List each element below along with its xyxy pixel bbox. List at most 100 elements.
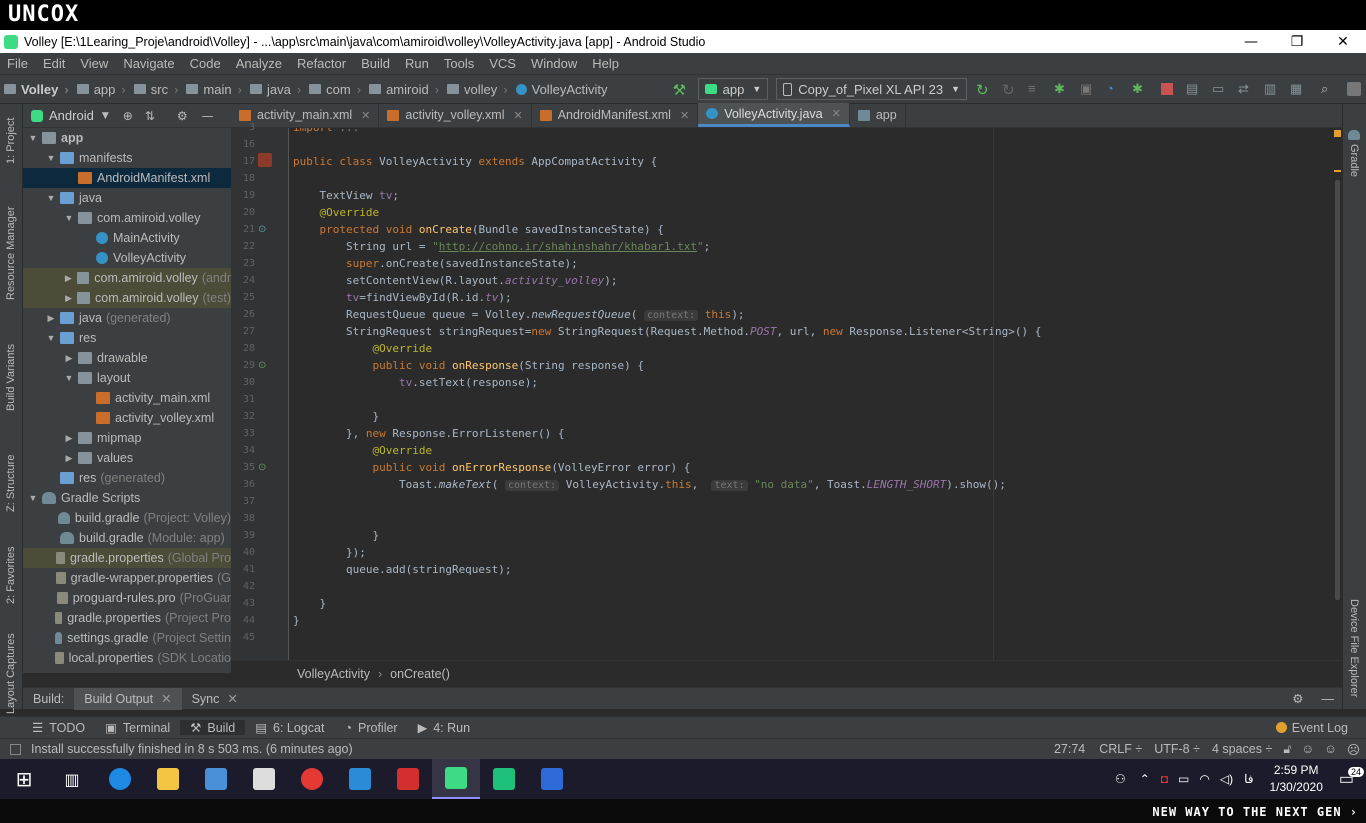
menu-item-window[interactable]: Window xyxy=(524,56,585,71)
chevron-right-icon[interactable]: ▶ xyxy=(63,293,74,304)
search-icon[interactable]: ⌕ xyxy=(1321,81,1337,97)
code-line[interactable]: } xyxy=(293,614,300,627)
chevron-down-icon[interactable]: ▼ xyxy=(63,213,75,223)
project-structure-icon[interactable]: ▦ xyxy=(1290,81,1306,97)
code-line[interactable]: RequestQueue queue = Volley.newRequestQu… xyxy=(293,308,745,321)
chevron-up-icon[interactable]: ⌃ xyxy=(1134,772,1156,786)
menu-item-vcs[interactable]: VCS xyxy=(482,56,524,71)
chevron-down-icon[interactable]: ▼ xyxy=(63,373,75,383)
caret-position[interactable]: 27:74 xyxy=(1046,742,1093,756)
tree-item[interactable]: local.properties (SDK Locatio xyxy=(23,648,231,668)
chevron-down-icon[interactable]: ▼ xyxy=(45,153,57,163)
taskbar-app-word[interactable] xyxy=(528,759,576,799)
chevron-right-icon[interactable]: ▶ xyxy=(63,273,74,284)
code-line[interactable]: public void onResponse(String response) … xyxy=(293,359,644,372)
tree-item[interactable]: MainActivity xyxy=(23,228,231,248)
file-encoding[interactable]: UTF-8 ÷ xyxy=(1148,742,1206,756)
chevron-down-icon[interactable]: ▼ xyxy=(45,333,57,343)
tree-item[interactable]: settings.gradle (Project Settin xyxy=(23,628,231,648)
tree-item[interactable]: VolleyActivity xyxy=(23,248,231,268)
debug-icon[interactable]: ✱ xyxy=(1054,81,1070,97)
tab-todo[interactable]: ☰ TODO xyxy=(22,720,95,736)
tab-run[interactable]: ▶ 4: Run xyxy=(408,720,480,736)
chevron-right-icon[interactable]: ▶ xyxy=(63,453,75,464)
tree-item[interactable]: AndroidManifest.xml xyxy=(23,168,231,188)
code-line[interactable]: StringRequest stringRequest=new StringRe… xyxy=(293,325,1041,338)
tab-sync[interactable]: Sync ✕ xyxy=(182,691,248,707)
indent-setting[interactable]: 4 spaces ÷ xyxy=(1206,742,1278,756)
code-line[interactable]: public void onErrorResponse(VolleyError … xyxy=(293,461,690,474)
stop-icon[interactable] xyxy=(1161,83,1173,95)
people-icon[interactable]: ⚇ xyxy=(1107,772,1134,786)
chevron-down-icon[interactable]: ▼ xyxy=(27,493,39,503)
breadcrumb-item[interactable]: src › xyxy=(130,82,183,97)
close-icon[interactable]: ✕ xyxy=(514,109,523,122)
menu-item-tools[interactable]: Tools xyxy=(437,56,482,71)
tab-logcat[interactable]: ▤ 6: Logcat xyxy=(245,720,334,736)
taskbar-app-sheet[interactable] xyxy=(480,759,528,799)
tree-item[interactable]: activity_volley.xml xyxy=(23,408,231,428)
tab-activity-volley-xml[interactable]: activity_volley.xml ✕ xyxy=(379,103,532,127)
tool-tab-favorites[interactable]: 2: Favorites xyxy=(5,547,17,604)
warning-marker[interactable] xyxy=(1334,170,1341,172)
tab-profiler[interactable]: ◔ Profiler xyxy=(334,721,407,735)
memory-icon[interactable]: ☺ xyxy=(1319,742,1342,756)
code-editor[interactable]: import ... public class VolleyActivity ex… xyxy=(289,128,1329,660)
tree-item[interactable]: ▼ manifests xyxy=(23,148,231,168)
tree-item[interactable]: ▶ values xyxy=(23,448,231,468)
code-line[interactable]: String url = "http://cohno.ir/shahinshah… xyxy=(293,240,710,253)
code-line[interactable]: }, new Response.ErrorListener() { xyxy=(293,427,565,440)
locate-icon[interactable]: ⊕ xyxy=(123,109,133,123)
breadcrumb-item[interactable]: amiroid › xyxy=(365,82,443,97)
tree-item[interactable]: ▼ Gradle Scripts xyxy=(23,488,231,508)
task-view-button[interactable]: ▥ xyxy=(48,759,96,799)
maximize-button[interactable]: ❐ xyxy=(1274,34,1320,50)
breadcrumb-item[interactable]: app › xyxy=(73,82,130,97)
code-line[interactable]: } xyxy=(293,597,326,610)
close-icon[interactable]: ✕ xyxy=(832,107,841,120)
apply-changes-icon[interactable]: ↻ xyxy=(1002,81,1018,99)
menu-item-navigate[interactable]: Navigate xyxy=(116,56,182,71)
device-manager-icon[interactable]: ▥ xyxy=(1264,81,1280,97)
code-line[interactable]: queue.add(stringRequest); xyxy=(293,563,512,576)
wifi-icon[interactable]: ◠ xyxy=(1194,772,1214,786)
tree-item[interactable]: ▼ com.amiroid.volley xyxy=(23,208,231,228)
gear-icon[interactable]: ⚙ xyxy=(177,109,188,123)
tree-item[interactable]: ▼ res xyxy=(23,328,231,348)
close-icon[interactable]: ✕ xyxy=(161,691,171,706)
tool-tab-project[interactable]: 1: Project xyxy=(5,118,17,164)
notifications-icon[interactable]: ☹ xyxy=(1342,742,1366,757)
taskbar-app-chrome[interactable] xyxy=(288,759,336,799)
code-line[interactable]: @Override xyxy=(293,444,432,457)
menu-item-code[interactable]: Code xyxy=(183,56,229,71)
chevron-right-icon[interactable]: ▶ xyxy=(63,353,75,364)
tool-tab-build-variants[interactable]: Build Variants xyxy=(5,344,17,411)
menu-item-edit[interactable]: Edit xyxy=(36,56,73,71)
tree-item[interactable]: res (generated) xyxy=(23,468,231,488)
close-icon[interactable]: ✕ xyxy=(680,109,689,122)
tree-item[interactable]: ▼ layout xyxy=(23,368,231,388)
code-line[interactable]: super.onCreate(savedInstanceState); xyxy=(293,257,578,270)
tree-item[interactable]: ▶ com.amiroid.volley (test) xyxy=(23,288,231,308)
editor-scrollbar[interactable] xyxy=(1333,128,1342,660)
tab-app[interactable]: app xyxy=(850,103,906,127)
override-gutter-icon[interactable]: ⊙ xyxy=(258,224,266,235)
chevron-down-icon[interactable]: ▼ xyxy=(45,193,57,203)
hammer-icon[interactable]: ⚒ xyxy=(673,81,689,99)
code-line[interactable]: tv.setText(response); xyxy=(293,376,538,389)
tree-item[interactable]: proguard-rules.pro (ProGuar xyxy=(23,588,231,608)
implement-gutter-icon[interactable]: ⊙ xyxy=(258,462,266,473)
clock[interactable]: 2:59 PM 1/30/2020 xyxy=(1259,762,1332,796)
hide-icon[interactable]: — xyxy=(202,109,214,123)
tool-windows-icon[interactable] xyxy=(10,743,21,755)
tree-item[interactable]: ▶ com.amiroid.volley (andr xyxy=(23,268,231,288)
apply-code-changes-icon[interactable]: ≡ xyxy=(1028,81,1044,97)
avd-manager-icon[interactable]: ▭ xyxy=(1212,81,1228,97)
chevron-down-icon[interactable]: ▼ xyxy=(102,111,109,121)
tree-item[interactable]: ▼ app xyxy=(23,128,231,148)
antivirus-icon[interactable]: ◘ xyxy=(1156,772,1173,786)
breadcrumb-item[interactable]: VolleyActivity xyxy=(512,82,612,97)
taskbar-app-studio[interactable] xyxy=(432,759,480,799)
breadcrumb-method[interactable]: onCreate() xyxy=(390,667,450,681)
profile-icon[interactable]: ◔ xyxy=(1106,81,1122,97)
